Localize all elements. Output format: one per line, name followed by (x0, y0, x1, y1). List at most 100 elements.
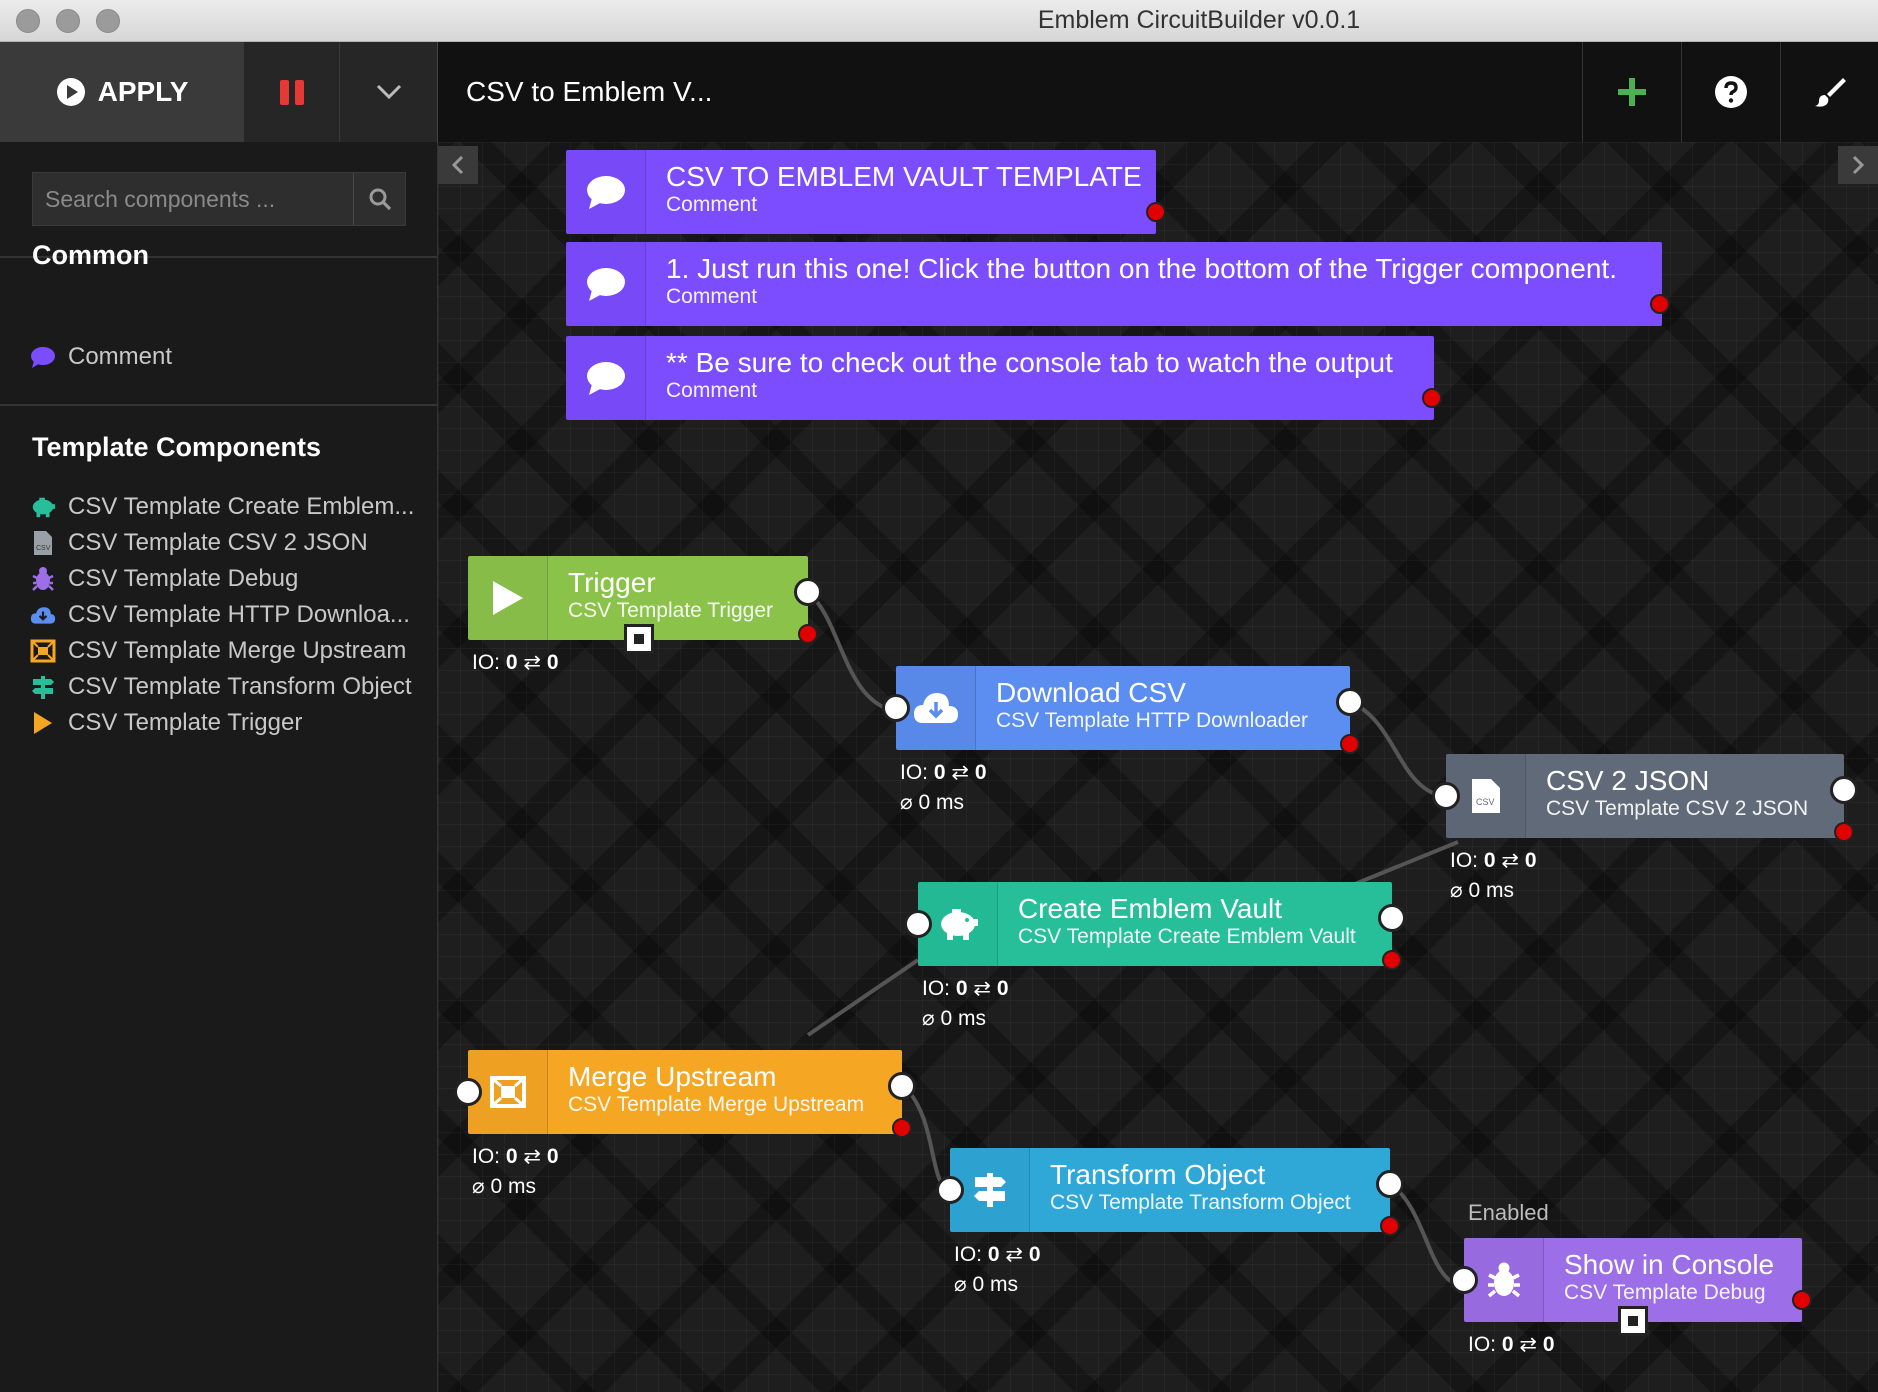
input-port[interactable] (1432, 782, 1460, 810)
apply-label: APPLY (97, 76, 189, 107)
create-emblem-vault-node[interactable]: Create Emblem Vault CSV Template Create … (918, 882, 1392, 966)
io-in-count: 0 (1501, 1333, 1514, 1356)
error-port[interactable] (1422, 388, 1442, 408)
comment-node[interactable]: 1. Just run this one! Click the button o… (566, 242, 1662, 326)
chevron-left-icon (451, 155, 464, 175)
search-button[interactable] (353, 173, 405, 225)
input-port[interactable] (904, 910, 932, 938)
node-subtitle: CSV Template CSV 2 JSON (1546, 797, 1809, 820)
scroll-right-button[interactable] (1838, 146, 1878, 184)
error-port[interactable] (892, 1118, 912, 1138)
node-title: Merge Upstream (568, 1061, 777, 1092)
node-text: CSV 2 JSON CSV Template CSV 2 JSON (1526, 754, 1808, 838)
section-title-common: Common (32, 240, 149, 270)
comment-subtitle: Comment (666, 193, 758, 216)
search-input[interactable] (33, 173, 353, 225)
error-port[interactable] (1834, 822, 1854, 842)
output-port[interactable] (1336, 688, 1364, 716)
input-port[interactable] (882, 694, 910, 722)
sidebar-item-comment[interactable]: Comment (30, 340, 172, 374)
input-port[interactable] (936, 1176, 964, 1204)
section-title-template-components: Template Components (32, 432, 322, 462)
bug-icon (30, 566, 56, 592)
error-port[interactable] (1650, 294, 1670, 314)
io-in-count: 0 (1483, 849, 1496, 872)
transform-object-node[interactable]: Transform Object CSV Template Transform … (950, 1148, 1390, 1232)
sidebar-item-merge-upstream[interactable]: CSV Template Merge Upstream (30, 634, 406, 668)
output-port[interactable] (1378, 904, 1406, 932)
node-subtitle: CSV Template Debug (1564, 1281, 1766, 1304)
io-in-count: 0 (505, 1145, 518, 1168)
sidebar-item-create-emblem-vault[interactable]: CSV Template Create Emblem... (30, 490, 414, 524)
error-port[interactable] (1382, 950, 1402, 970)
comment-node[interactable]: CSV TO EMBLEM VAULT TEMPLATE Comment (566, 150, 1156, 234)
comment-title: 1. Just run this one! Click the button o… (666, 253, 1617, 284)
avg-time: 0 ms (490, 1175, 537, 1198)
output-port[interactable] (1830, 776, 1858, 804)
sidebar-item-csv-2-json[interactable]: CSV CSV Template CSV 2 JSON (30, 526, 368, 560)
io-label: IO: (954, 1243, 983, 1266)
input-port[interactable] (1450, 1266, 1478, 1294)
circuit-canvas[interactable]: CSV TO EMBLEM VAULT TEMPLATE Comment 1. … (438, 142, 1878, 1392)
merge-upstream-node[interactable]: Merge Upstream CSV Template Merge Upstre… (468, 1050, 902, 1134)
play-circle-icon (56, 78, 85, 106)
pause-button[interactable] (244, 42, 340, 142)
error-port[interactable] (798, 624, 818, 644)
node-subtitle: CSV Template Create Emblem Vault (1018, 925, 1356, 948)
comment-icon (566, 336, 646, 420)
play-icon (30, 710, 56, 736)
comment-subtitle: Comment (666, 379, 758, 402)
run-trigger-button[interactable] (624, 624, 654, 654)
node-subtitle: CSV Template HTTP Downloader (996, 709, 1309, 732)
download-csv-node[interactable]: Download CSV CSV Template HTTP Downloade… (896, 666, 1350, 750)
io-out-count: 0 (546, 1145, 559, 1168)
theme-brush-button[interactable] (1780, 42, 1878, 142)
sidebar-item-http-downloader[interactable]: CSV Template HTTP Downloa... (30, 598, 410, 632)
sidebar-item-transform-object[interactable]: CSV Template Transform Object (30, 670, 412, 704)
average-icon: ⌀ (954, 1273, 967, 1296)
apply-button[interactable]: APPLY (0, 42, 244, 142)
sidebar-item-debug[interactable]: CSV Template Debug (30, 562, 298, 596)
io-label: IO: (1468, 1333, 1497, 1356)
debug-toggle-button[interactable] (1618, 1306, 1648, 1336)
avg-time: 0 ms (918, 791, 965, 814)
output-port[interactable] (1376, 1170, 1404, 1198)
average-icon: ⌀ (922, 1007, 935, 1030)
comment-node[interactable]: ** Be sure to check out the console tab … (566, 336, 1434, 420)
csv-2-json-node[interactable]: CSV CSV 2 JSON CSV Template CSV 2 JSON (1446, 754, 1844, 838)
sidebar-item-trigger[interactable]: CSV Template Trigger (30, 706, 302, 740)
circuit-title: CSV to Emblem V... (466, 76, 713, 107)
error-port[interactable] (1380, 1216, 1400, 1236)
node-title: Download CSV (996, 677, 1186, 708)
node-title: Trigger (568, 567, 656, 598)
error-port[interactable] (1792, 1290, 1812, 1310)
paint-brush-icon (1814, 78, 1846, 107)
average-icon: ⌀ (472, 1175, 485, 1198)
node-subtitle: CSV Template Merge Upstream (568, 1093, 865, 1116)
help-button[interactable] (1681, 42, 1779, 142)
io-in-count: 0 (505, 651, 518, 674)
exchange-icon: ⇄ (951, 761, 969, 784)
error-port[interactable] (1146, 202, 1166, 222)
error-port[interactable] (1340, 734, 1360, 754)
csv-file-icon: CSV (30, 530, 56, 556)
node-subtitle: CSV Template Transform Object (1050, 1191, 1351, 1214)
dropdown-menu-button[interactable] (340, 42, 438, 142)
input-port[interactable] (454, 1078, 482, 1106)
sidebar-item-label: CSV Template CSV 2 JSON (68, 529, 368, 556)
node-title: Show in Console (1564, 1249, 1775, 1280)
scroll-left-button[interactable] (438, 146, 478, 184)
io-stats: IO: 0 ⇄ 0 ⌀ 0 ms (472, 1142, 559, 1202)
sidebar-item-label: CSV Template HTTP Downloa... (68, 601, 410, 628)
avg-time: 0 ms (972, 1273, 1019, 1296)
io-out-count: 0 (546, 651, 559, 674)
add-component-button[interactable] (1582, 42, 1680, 142)
question-circle-icon (1714, 76, 1747, 108)
avg-time: 0 ms (1468, 879, 1515, 902)
exchange-icon: ⇄ (1501, 849, 1519, 872)
output-port[interactable] (794, 578, 822, 606)
svg-text:CSV: CSV (1476, 797, 1495, 807)
output-port[interactable] (888, 1072, 916, 1100)
plus-icon (1617, 78, 1646, 106)
piggy-bank-icon (30, 494, 56, 520)
